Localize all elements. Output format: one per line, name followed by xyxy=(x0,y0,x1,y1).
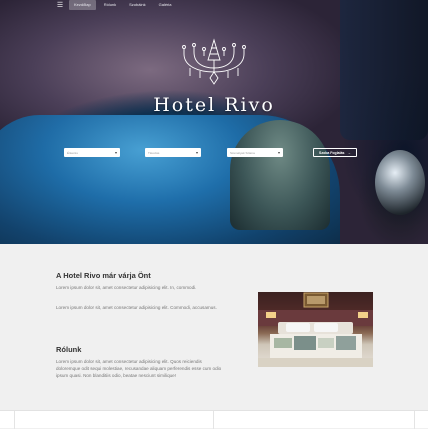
nav-item-rolunk[interactable]: Rólunk xyxy=(99,0,121,10)
column-divider xyxy=(14,411,15,429)
guests-select[interactable]: Személyek Száma ▾ xyxy=(227,148,283,157)
arrow-right-icon: → xyxy=(347,150,351,155)
column-divider xyxy=(213,411,214,429)
hamburger-icon[interactable]: ☰ xyxy=(54,1,66,9)
sofa-arm-image xyxy=(230,120,330,230)
departure-date-placeholder: Távozás xyxy=(148,150,160,155)
welcome-heading: A Hotel Rivo már várja Önt xyxy=(56,271,151,280)
guests-placeholder: Személyek Száma xyxy=(230,150,255,155)
arrival-date-field[interactable]: Érkezés ▾ xyxy=(64,148,120,157)
welcome-paragraph-2: Lorem ipsum dolor sit, amet consectetur … xyxy=(56,305,217,310)
welcome-paragraph-1: Lorem ipsum dolor sit, amet consectetur … xyxy=(56,285,197,290)
nav-item-kezdolap[interactable]: Kezdőlap xyxy=(69,0,96,10)
about-heading: Rólunk xyxy=(56,345,82,354)
hero-banner: ☰ Kezdőlap Rólunk Szobáink Galéria Hotel… xyxy=(0,0,428,244)
chandelier-icon xyxy=(182,38,246,85)
lamp-shade xyxy=(340,0,428,140)
hotel-title: Hotel Rivo xyxy=(153,94,275,116)
top-navigation: ☰ Kezdőlap Rólunk Szobáink Galéria xyxy=(54,0,177,10)
book-room-label: Szoba Foglalás xyxy=(319,150,345,155)
book-room-button[interactable]: Szoba Foglalás → xyxy=(313,148,357,157)
footer-strip xyxy=(0,410,428,429)
nav-item-szobaink[interactable]: Szobáink xyxy=(124,0,150,10)
chevron-down-icon: ▾ xyxy=(195,150,198,155)
hotel-room-photo xyxy=(258,292,373,367)
lamp-base-image xyxy=(375,150,425,215)
chevron-down-icon: ▾ xyxy=(277,150,280,155)
nav-item-galeria[interactable]: Galéria xyxy=(154,0,177,10)
column-divider xyxy=(414,411,415,429)
chevron-down-icon: ▾ xyxy=(114,150,117,155)
bedroom-image xyxy=(258,292,373,367)
arrival-date-placeholder: Érkezés xyxy=(67,150,78,155)
departure-date-field[interactable]: Távozás ▾ xyxy=(145,148,201,157)
about-paragraph: Lorem ipsum dolor sit, amet consectetur … xyxy=(56,359,222,378)
